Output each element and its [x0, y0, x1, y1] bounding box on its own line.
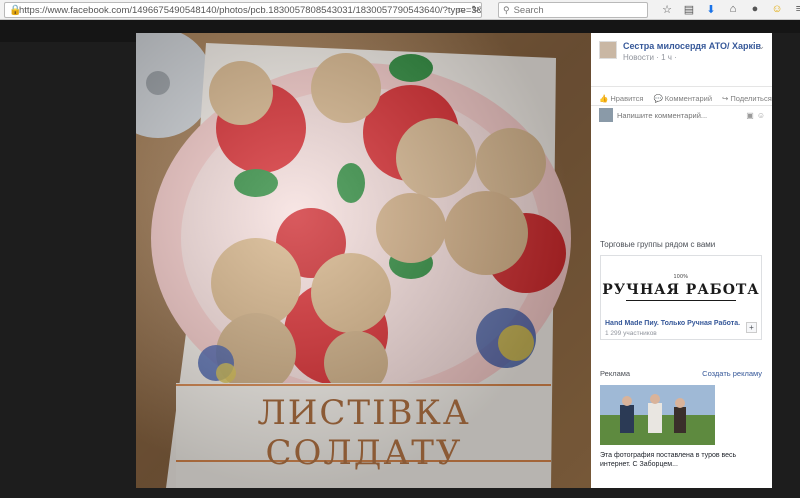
page-avatar[interactable] — [599, 41, 617, 59]
download-icon[interactable]: ⬇ — [704, 2, 718, 16]
comment-input[interactable] — [617, 110, 747, 120]
address-bar[interactable]: 🔒 https://www.facebook.com/1496675490548… — [4, 2, 482, 18]
home-icon[interactable]: ⌂ — [726, 2, 740, 16]
chevron-down-icon[interactable]: ⌄ — [757, 41, 765, 52]
comment-tools: ▣ ☺ — [746, 111, 765, 120]
search-icon: ⚲ — [503, 4, 510, 15]
page-name[interactable]: Сестра милосердя АТО/ Харків — [623, 41, 761, 51]
search-input[interactable] — [513, 4, 634, 16]
like-button[interactable]: 👍 Нравится — [599, 92, 643, 104]
emoji-icon[interactable]: ☺ — [770, 2, 784, 16]
photo-stage[interactable]: ЛИСТІВКА СОЛДАТУ — [136, 33, 591, 488]
group-banner: 100% РУЧНАЯ РАБОТА — [601, 256, 761, 318]
avatar — [599, 108, 613, 122]
reload-icon[interactable]: ↻ — [471, 4, 479, 15]
post-meta: Новости · 1 ч · — [623, 53, 677, 62]
like-label: Нравится — [610, 93, 644, 103]
search-bar[interactable]: ⚲ — [498, 2, 648, 18]
url-text[interactable]: https://www.facebook.com/149667549054814… — [19, 5, 481, 16]
toolbar-icons: ☆ ▤ ⬇ ⌂ ● ☺ ≡ — [660, 2, 800, 16]
browser-toolbar: 🔒 https://www.facebook.com/1496675490548… — [0, 0, 800, 20]
photo-sidebar: Сестра милосердя АТО/ Харків Новости · 1… — [591, 33, 772, 488]
comment-button[interactable]: 💬 Комментарий — [653, 92, 712, 104]
share-label: Поделиться — [730, 93, 772, 103]
join-group-button[interactable]: + — [746, 322, 757, 333]
camera-icon[interactable]: ▣ — [746, 111, 754, 120]
menu-icon[interactable]: ≡ — [792, 2, 800, 16]
sticker-icon[interactable]: ☺ — [757, 111, 765, 120]
groups-title: Торговые группы рядом с вами — [600, 240, 716, 249]
share-icon: ↪ — [722, 93, 729, 103]
like-icon: 👍 — [599, 93, 609, 103]
lock-icon: 🔒 — [9, 5, 22, 16]
group-banner-small: 100% — [673, 273, 689, 280]
star-icon[interactable]: ☆ — [660, 2, 674, 16]
ad-text[interactable]: Эта фотография поставлена в туров весь и… — [600, 451, 762, 469]
photo-caption-art: ЛИСТІВКА СОЛДАТУ — [257, 393, 471, 473]
reading-list-icon[interactable]: ▤ — [682, 2, 696, 16]
group-banner-title: РУЧНАЯ РАБОТА — [602, 281, 760, 298]
group-name[interactable]: Hand Made Пиу. Только Ручная Работа. — [605, 320, 750, 327]
group-card[interactable]: 100% РУЧНАЯ РАБОТА Hand Made Пиу. Только… — [600, 255, 762, 340]
share-button[interactable]: ↪ Поделиться — [722, 92, 772, 104]
reader-icon[interactable]: ▭ — [457, 4, 466, 15]
viewer-right-margin — [772, 33, 800, 488]
ads-header: Реклама Создать рекламу — [600, 369, 762, 378]
divider — [626, 299, 736, 301]
extension-icon[interactable]: ● — [748, 2, 762, 16]
divider — [591, 105, 772, 106]
comment-composer: ▣ ☺ — [599, 108, 765, 122]
group-member-count: 1 299 участников — [605, 330, 657, 337]
ad-image[interactable] — [600, 385, 715, 445]
comment-label: Комментарий — [664, 93, 713, 103]
page-header: Сестра милосердя АТО/ Харків Новости · 1… — [599, 41, 765, 63]
divider — [591, 86, 772, 87]
url-actions: ▭ ↻ — [457, 4, 479, 15]
ads-label: Реклама — [600, 369, 631, 378]
post-actions: 👍 Нравится 💬 Комментарий ↪ Поделиться — [599, 92, 772, 104]
comment-icon: 💬 — [653, 93, 663, 103]
create-ad-link[interactable]: Создать рекламу — [702, 369, 762, 378]
